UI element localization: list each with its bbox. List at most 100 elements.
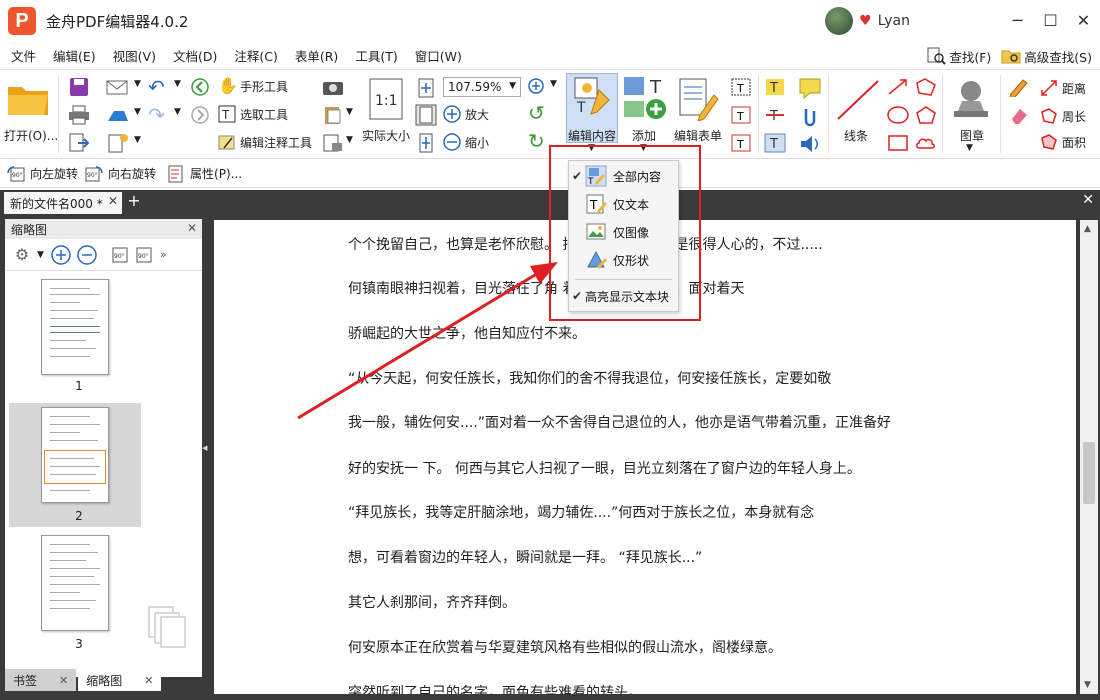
actual-size-button[interactable]: 实际大小 [362,127,410,144]
scan-icon[interactable] [322,133,344,153]
zoom-in-button[interactable]: 放大 [443,105,489,123]
new-tab-button[interactable]: + [126,192,142,210]
open-button[interactable]: 打开(O)... [4,127,58,144]
more-options-icon[interactable]: » [160,248,167,261]
cloud-dropdown-icon[interactable]: ▼ [134,107,141,117]
text-line[interactable]: 想，可看着窗边的年轻人，瞬间就是一拜。 “拜见族长...” [348,547,702,567]
scan-dropdown-icon[interactable]: ▼ [346,135,353,145]
actual-size-icon[interactable]: 1:1 [368,77,406,121]
zoom-select[interactable]: 107.59% ▼ [443,77,521,97]
export-icon[interactable] [68,133,90,153]
cloud-shape-icon[interactable] [914,133,938,153]
add-button[interactable]: 添加 [632,127,656,144]
open-folder-icon[interactable] [6,79,52,119]
avatar[interactable] [825,7,854,35]
new-dropdown-icon[interactable]: ▼ [134,135,141,145]
menu-form[interactable]: 表单(R) [289,46,344,65]
callout-icon[interactable]: T [730,133,752,153]
magnifier-dropdown-icon[interactable]: ▼ [550,79,557,89]
line-icon[interactable] [834,77,882,123]
add-content-icon[interactable]: T [622,75,668,121]
menu-edit[interactable]: 编辑(E) [47,46,102,65]
thumbnail-page-2[interactable] [41,407,109,503]
edit-annot-button[interactable]: 编辑注释工具 [218,133,312,151]
text-box-icon[interactable]: T [730,105,752,125]
new-document-icon[interactable] [106,133,130,153]
menu-comment[interactable]: 注释(C) [228,46,283,65]
user-name[interactable]: Lyan [878,13,910,29]
polygon-line-icon[interactable] [914,77,938,97]
rotate-right-button[interactable]: 90° 向右旋转 [84,165,156,183]
pencil-icon[interactable] [1008,77,1030,97]
distance-button[interactable]: 距离 [1040,79,1086,97]
thumbnail-page-3[interactable] [41,535,109,631]
edit-form-icon[interactable] [678,77,720,121]
eraser-icon[interactable] [1008,105,1030,125]
menu-window[interactable]: 窗口(W) [409,46,468,65]
settings-gear-icon[interactable]: ⚙ [11,244,33,266]
rotate-cw-icon[interactable]: ↻ [528,129,545,153]
advanced-find-button[interactable]: 高级查找(S) [1001,47,1092,66]
bookmarks-close-icon[interactable]: ✕ [59,674,68,687]
undo-icon[interactable]: ↶ [148,75,165,99]
thumb-rotate-left-icon[interactable]: 90° [108,244,130,266]
attachment-icon[interactable] [798,105,822,127]
typewriter-icon[interactable]: T [764,77,786,97]
email-icon[interactable] [106,77,130,97]
close-document-icon[interactable]: ✕ [1082,192,1094,208]
snapshot-camera-icon[interactable] [322,77,344,97]
tab-close-icon[interactable]: ✕ [108,194,118,208]
maximize-button[interactable]: ☐ [1034,0,1067,40]
email-dropdown-icon[interactable]: ▼ [134,79,141,89]
zoom-out-button[interactable]: 缩小 [443,133,489,151]
menu-view[interactable]: 视图(V) [107,46,162,65]
line-button[interactable]: 线条 [844,127,868,144]
edit-form-button[interactable]: 编辑表单 [674,127,722,144]
text-line[interactable]: 好的安抚一 下。 何西与其它人扫视了一眼，目光立刻落在了窗户边的年轻人身上。 [348,458,861,478]
vertical-scrollbar[interactable]: ▲ ▼ [1080,220,1098,694]
text-line[interactable]: “拜见族长，我等定肝脑涂地，竭力辅佐....”何西对于族长之位，本身就有念 [348,502,814,522]
text-line[interactable]: 何安原本正在欣赏着与华夏建筑风格有些相似的假山流水，阁楼绿意。 [348,637,782,657]
prev-view-icon[interactable] [190,77,210,97]
rectangle-shape-icon[interactable] [886,133,910,153]
redo-dropdown-icon[interactable]: ▼ [174,107,181,117]
find-button[interactable]: 查找(F) [926,47,991,66]
thumbnails-close-icon[interactable]: ✕ [144,674,153,687]
thumb-rotate-right-icon[interactable]: 90° [134,244,156,266]
next-view-icon[interactable] [190,105,210,125]
text-line[interactable]: “从今天起，何安任族长，我知你们的舍不得我退位，何安接任族长，定要如敬 [348,368,831,388]
stamp-dropdown-icon[interactable]: ▼ [966,143,973,153]
area-button[interactable]: 面积 [1040,133,1086,151]
print-icon[interactable] [68,105,90,125]
undo-dropdown-icon[interactable]: ▼ [174,79,181,89]
settings-dropdown-icon[interactable]: ▼ [37,250,44,260]
thumbnail-page-1[interactable] [41,279,109,375]
magnifier-icon[interactable] [527,77,549,97]
clipboard-icon[interactable] [322,105,344,125]
user-area[interactable]: ♥ Lyan [825,7,910,35]
underline-icon[interactable]: T [764,133,786,153]
redo-icon[interactable]: ↷ [148,103,165,127]
properties-button[interactable]: 属性(P)... [166,165,242,183]
text-line[interactable]: 我一般，辅佐何安....”面对着一众不舍得自己退位的人，他亦是语气带着沉重，正准… [348,412,891,432]
fit-width-icon[interactable] [415,104,437,126]
menu-document[interactable]: 文档(D) [167,46,223,65]
strikeout-icon[interactable]: T [764,105,786,125]
stamp-button[interactable]: 图章 [960,127,984,144]
menu-file[interactable]: 文件 [5,46,42,65]
scrollbar-thumb[interactable] [1083,442,1095,504]
scroll-up-icon[interactable]: ▲ [1084,224,1091,234]
hand-tool-button[interactable]: ✋ 手形工具 [218,77,288,95]
text-line[interactable]: 突然听到了自己的名字，面色有些难看的转头。 [348,682,642,694]
arrow-shape-icon[interactable] [886,77,910,97]
rotate-left-button[interactable]: 90° 向左旋转 [6,165,78,183]
tab-thumbnails[interactable]: 缩略图 ✕ [78,669,162,691]
stamp-icon[interactable] [948,77,994,123]
text-field-icon[interactable]: T [730,77,752,97]
scroll-down-icon[interactable]: ▼ [1084,680,1091,690]
thumb-zoom-out-icon[interactable] [76,244,98,266]
splitter-arrow-icon[interactable]: ◀ [202,444,207,452]
document-tab[interactable]: 新的文件名000 * ✕ [4,192,122,214]
sticky-note-icon[interactable] [798,77,822,99]
select-text-button[interactable]: T 选取工具 [218,105,288,123]
